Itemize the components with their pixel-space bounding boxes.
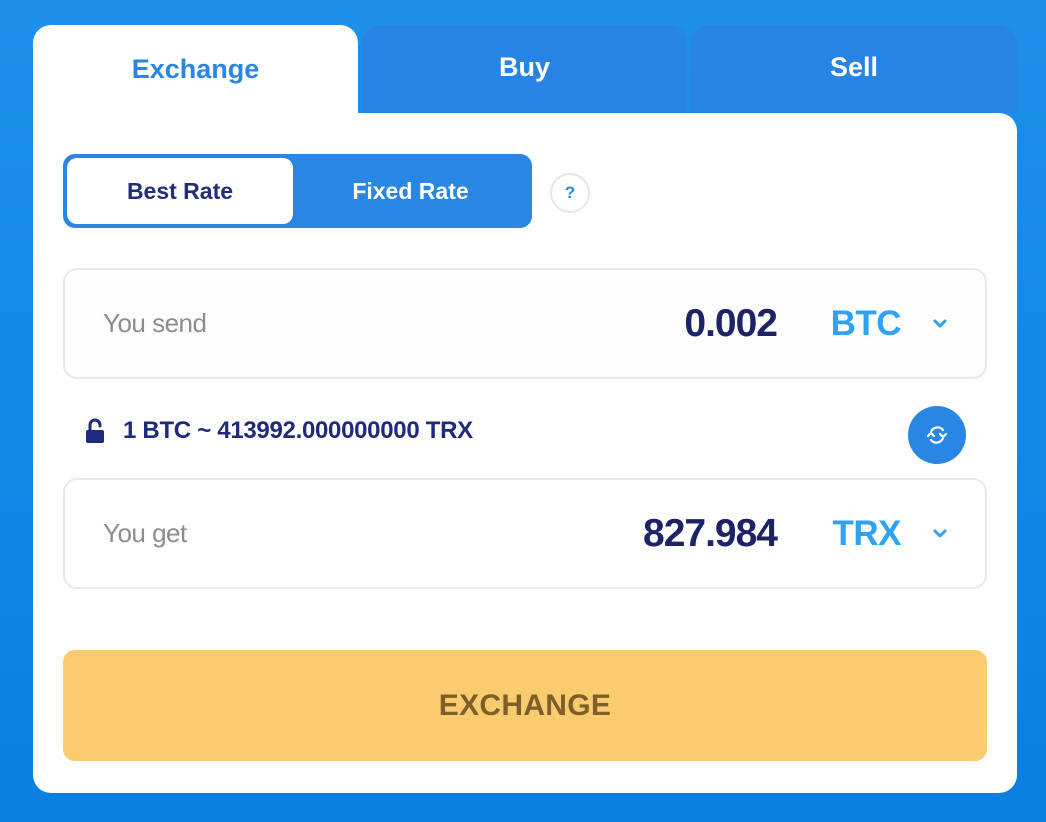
- tab-bar: Exchange Buy Sell: [33, 25, 1017, 117]
- send-label: You send: [103, 308, 207, 338]
- tab-sell-label: Sell: [829, 51, 879, 82]
- chevron-down-icon[interactable]: [925, 270, 955, 377]
- get-amount-output: 827.984: [643, 511, 778, 555]
- rate-type-toggle: Best Rate Fixed Rate: [63, 154, 532, 228]
- tab-buy[interactable]: Buy: [362, 25, 687, 113]
- chevron-down-icon[interactable]: [925, 480, 955, 587]
- swap-currencies-button[interactable]: [908, 406, 966, 464]
- fixed-rate-option[interactable]: Fixed Rate: [293, 158, 528, 224]
- best-rate-option[interactable]: Best Rate: [67, 158, 293, 224]
- get-label: You get: [103, 518, 187, 548]
- get-currency-select[interactable]: TRX: [833, 480, 902, 587]
- exchange-card: Best Rate Fixed Rate ? You send 0.002 BT…: [33, 113, 1017, 793]
- tab-buy-label: Buy: [498, 51, 550, 82]
- unlock-icon[interactable]: [85, 418, 105, 444]
- exchange-rate-text: 1 BTC ~ 413992.000000000 TRX: [123, 417, 473, 444]
- help-button[interactable]: ?: [550, 173, 590, 213]
- tab-sell[interactable]: Sell: [691, 25, 1017, 113]
- exchange-widget: Exchange Buy Sell Best Rate Fixed Rate ?…: [33, 25, 1017, 793]
- exchange-rate-row: 1 BTC ~ 413992.000000000 TRX: [85, 416, 473, 446]
- send-currency-select[interactable]: BTC: [831, 270, 902, 377]
- send-field[interactable]: You send 0.002 BTC: [63, 268, 987, 379]
- exchange-button[interactable]: EXCHANGE: [63, 650, 987, 761]
- swap-arrows-icon: [926, 426, 948, 444]
- get-field[interactable]: You get 827.984 TRX: [63, 478, 987, 589]
- question-mark-icon: ?: [564, 183, 576, 202]
- send-amount-input[interactable]: 0.002: [684, 270, 778, 377]
- tab-exchange-label: Exchange: [131, 53, 260, 84]
- tab-exchange[interactable]: Exchange: [33, 25, 358, 117]
